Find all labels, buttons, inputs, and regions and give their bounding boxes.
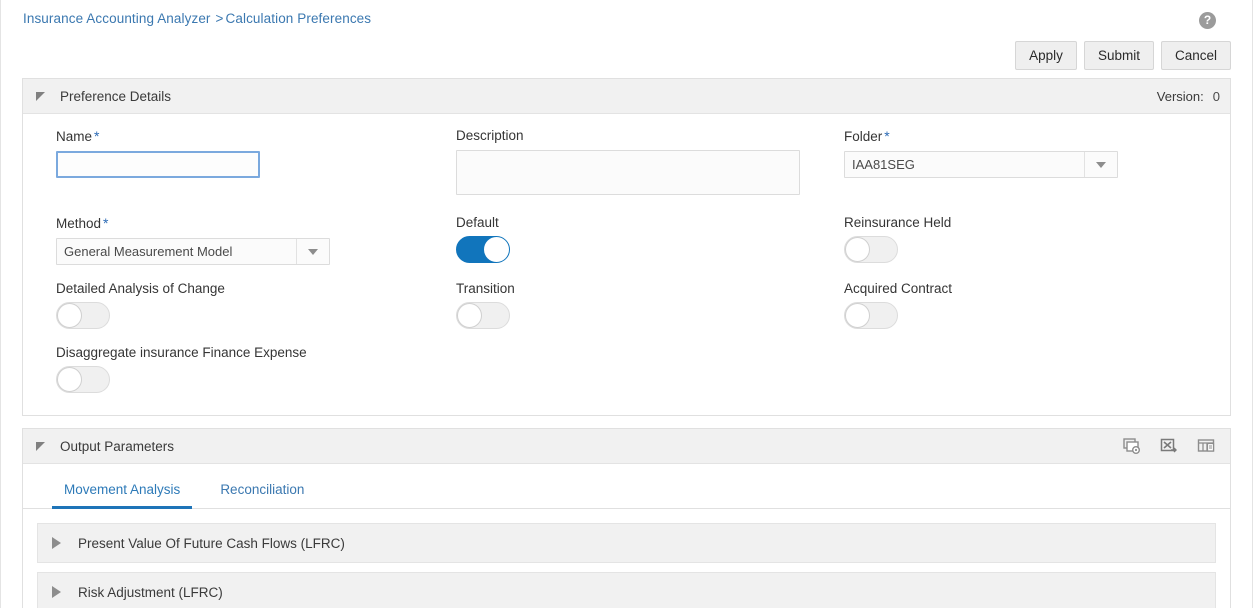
name-required-asterisk: *	[92, 128, 99, 144]
output-parameters-card: Output Parameters	[22, 428, 1231, 608]
top-bar: Insurance Accounting Analyzer>Calculatio…	[1, 0, 1252, 78]
preference-details-title: Preference Details	[60, 89, 171, 104]
folder-select[interactable]: IAA81SEG	[844, 151, 1118, 178]
calculation-preferences-page: Insurance Accounting Analyzer>Calculatio…	[0, 0, 1253, 608]
folder-selected-value: IAA81SEG	[845, 152, 1084, 177]
description-textarea[interactable]	[456, 150, 800, 195]
version-label: Version:	[1157, 89, 1204, 104]
breadcrumb-current: Calculation Preferences	[226, 11, 372, 26]
breadcrumb-root-link[interactable]: Insurance Accounting Analyzer	[23, 11, 211, 26]
reinsurance-held-toggle-group: Reinsurance Held	[844, 215, 1174, 265]
template-grid-icon[interactable]	[1197, 437, 1216, 456]
preference-details-header: Preference Details Version: 0	[23, 79, 1230, 114]
breadcrumb-separator: >	[211, 11, 226, 26]
accordion-row-label: Present Value Of Future Cash Flows (LFRC…	[78, 536, 345, 551]
detailed-analysis-toggle[interactable]	[56, 302, 110, 329]
reinsurance-held-label: Reinsurance Held	[844, 215, 1174, 230]
toggle-knob	[457, 303, 482, 328]
disaggregate-ife-label: Disaggregate insurance Finance Expense	[56, 345, 456, 360]
folder-label: Folder*	[844, 128, 1174, 144]
default-toggle[interactable]	[456, 236, 510, 263]
tab-reconciliation[interactable]: Reconciliation	[208, 478, 316, 508]
cancel-button[interactable]: Cancel	[1161, 41, 1231, 70]
chevron-down-icon	[308, 249, 318, 255]
name-label: Name*	[56, 128, 456, 144]
form-row-1: Name* Description Folder* IAA81SEG	[23, 128, 1230, 200]
output-parameters-header: Output Parameters	[23, 429, 1230, 464]
help-icon[interactable]: ?	[1199, 12, 1216, 29]
toggle-knob	[845, 237, 870, 262]
detailed-analysis-label: Detailed Analysis of Change	[56, 281, 456, 296]
acquired-contract-toggle[interactable]	[844, 302, 898, 329]
folder-field-group: Folder* IAA81SEG	[844, 128, 1174, 200]
acquired-contract-toggle-group: Acquired Contract	[844, 281, 1174, 329]
detailed-analysis-toggle-group: Detailed Analysis of Change	[56, 281, 456, 329]
collapse-triangle-icon[interactable]	[36, 442, 45, 451]
chevron-down-icon	[1096, 162, 1106, 168]
toggle-knob	[484, 237, 509, 262]
method-select[interactable]: General Measurement Model	[56, 238, 330, 265]
submit-button[interactable]: Submit	[1084, 41, 1154, 70]
transition-toggle-group: Transition	[456, 281, 844, 329]
description-label: Description	[456, 128, 844, 143]
output-parameters-tabs: Movement Analysis Reconciliation	[23, 464, 1230, 509]
acquired-contract-label: Acquired Contract	[844, 281, 1174, 296]
toggle-knob	[57, 303, 82, 328]
method-required-asterisk: *	[101, 215, 108, 231]
export-to-excel-icon[interactable]	[1160, 437, 1179, 456]
toggle-knob	[845, 303, 870, 328]
transition-label: Transition	[456, 281, 844, 296]
form-row-4: Disaggregate insurance Finance Expense	[23, 345, 1230, 393]
form-row-3: Detailed Analysis of Change Transition A…	[23, 281, 1230, 329]
chevron-right-icon	[52, 586, 61, 598]
description-field-group: Description	[456, 128, 844, 200]
method-dropdown-arrow[interactable]	[296, 239, 329, 264]
reinsurance-held-toggle[interactable]	[844, 236, 898, 263]
output-parameters-accordion: Present Value Of Future Cash Flows (LFRC…	[23, 509, 1230, 608]
disaggregate-ife-toggle-group: Disaggregate insurance Finance Expense	[56, 345, 456, 393]
method-field-group: Method* General Measurement Model	[56, 215, 456, 265]
name-field-group: Name*	[56, 128, 456, 200]
preference-details-body: Name* Description Folder* IAA81SEG	[23, 114, 1230, 415]
accordion-row-label: Risk Adjustment (LFRC)	[78, 585, 223, 600]
toggle-knob	[57, 367, 82, 392]
preference-details-card: Preference Details Version: 0 Name* Desc…	[22, 78, 1231, 416]
preview-settings-icon[interactable]	[1123, 437, 1142, 456]
folder-dropdown-arrow[interactable]	[1084, 152, 1117, 177]
default-label: Default	[456, 215, 844, 230]
name-label-text: Name	[56, 129, 92, 144]
output-parameters-title: Output Parameters	[60, 439, 174, 454]
accordion-row-risk-adjustment[interactable]: Risk Adjustment (LFRC)	[37, 572, 1216, 608]
output-parameters-header-icons	[1123, 429, 1216, 463]
apply-button[interactable]: Apply	[1015, 41, 1077, 70]
disaggregate-ife-toggle[interactable]	[56, 366, 110, 393]
chevron-right-icon	[52, 537, 61, 549]
folder-required-asterisk: *	[882, 128, 889, 144]
method-selected-value: General Measurement Model	[57, 239, 296, 264]
method-label-text: Method	[56, 216, 101, 231]
folder-label-text: Folder	[844, 129, 882, 144]
tab-movement-analysis[interactable]: Movement Analysis	[52, 478, 192, 509]
breadcrumb: Insurance Accounting Analyzer>Calculatio…	[23, 11, 1232, 26]
version-display: Version: 0	[1157, 79, 1220, 113]
action-buttons: Apply Submit Cancel	[1015, 41, 1231, 70]
version-value: 0	[1213, 89, 1220, 104]
transition-toggle[interactable]	[456, 302, 510, 329]
default-toggle-group: Default	[456, 215, 844, 265]
form-row-2: Method* General Measurement Model Defaul…	[23, 215, 1230, 265]
method-label: Method*	[56, 215, 456, 231]
collapse-triangle-icon[interactable]	[36, 92, 45, 101]
accordion-row-present-value-future-cash-flows[interactable]: Present Value Of Future Cash Flows (LFRC…	[37, 523, 1216, 563]
name-input[interactable]	[56, 151, 260, 178]
